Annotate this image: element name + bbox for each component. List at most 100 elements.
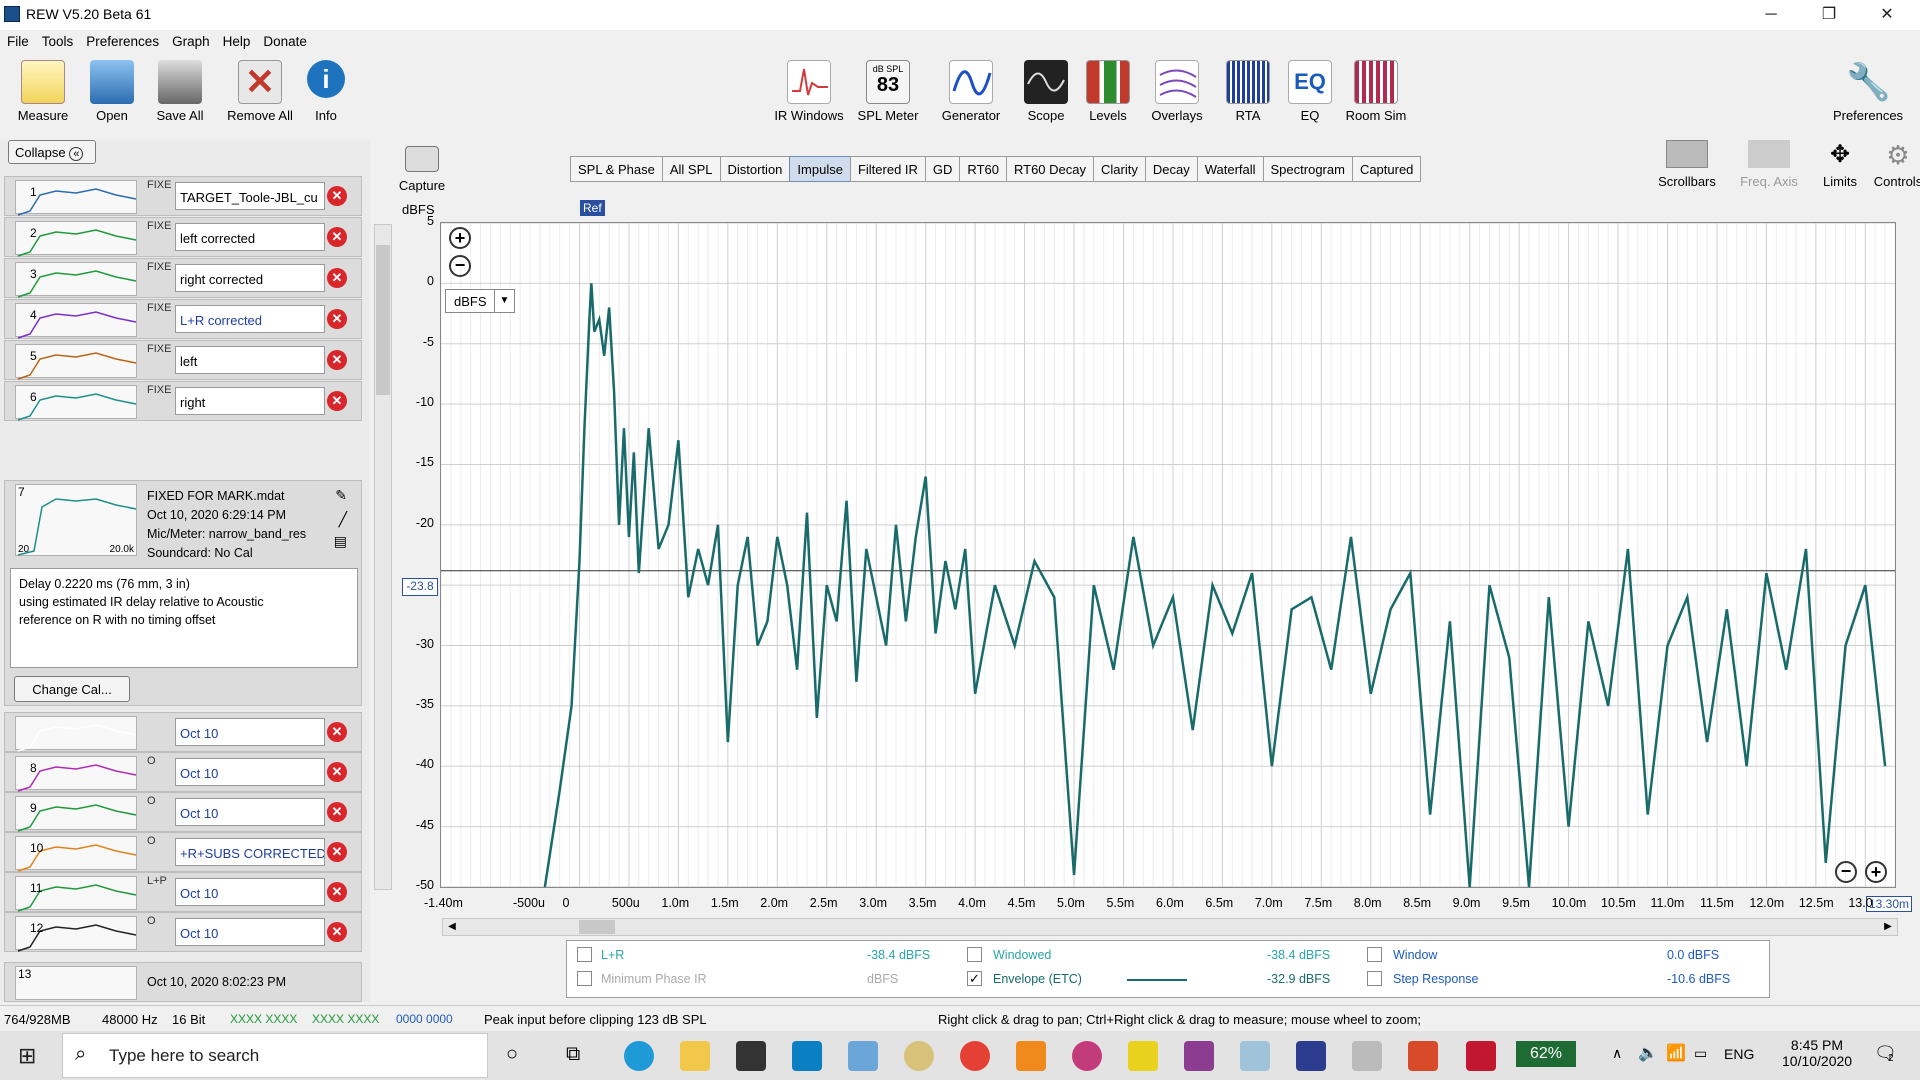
measurement-row[interactable]: 4 FIXE L+R corrected ✕	[4, 299, 362, 339]
legend-checkbox[interactable]	[967, 947, 982, 962]
tab-captured[interactable]: Captured	[1351, 156, 1422, 182]
measurement-name-field[interactable]: Oct 10	[175, 718, 325, 746]
windows-start-icon[interactable]: ⊞	[18, 1043, 36, 1069]
notes-icon[interactable]: ▤	[334, 533, 347, 550]
legend-checkbox[interactable]	[577, 947, 592, 962]
tab-distortion[interactable]: Distortion	[719, 156, 791, 182]
remove-all-button[interactable]: ✕ Remove All	[222, 60, 298, 123]
measurement-name-field[interactable]: left corrected	[175, 223, 325, 251]
pencil-icon[interactable]: ╱	[339, 511, 347, 528]
battery-widget[interactable]: 62%	[1516, 1041, 1576, 1067]
menu-tools[interactable]: Tools	[35, 30, 80, 49]
measurement-row[interactable]: 11 L+P Oct 10 ✕	[4, 872, 362, 912]
app-icon-8[interactable]	[1466, 1041, 1496, 1071]
volume-icon[interactable]: 🔈	[1638, 1043, 1658, 1063]
delete-measurement-icon[interactable]: ✕	[327, 350, 347, 370]
task-view-icon[interactable]: ⧉	[566, 1043, 580, 1066]
tab-clarity[interactable]: Clarity	[1093, 156, 1146, 182]
tab-rt60-decay[interactable]: RT60 Decay	[1005, 156, 1094, 182]
scroll-thumb[interactable]	[579, 920, 615, 934]
save-all-button[interactable]: Save All	[150, 60, 210, 123]
capture-button[interactable]: Capture	[396, 146, 448, 193]
measurement-name-field[interactable]: Oct 10	[175, 758, 325, 786]
freq-axis-button[interactable]: Freq. Axis	[1732, 140, 1806, 189]
zoom-out-x-icon[interactable]: −	[1835, 861, 1857, 883]
app-icon-7[interactable]	[1408, 1041, 1438, 1071]
scope-button[interactable]: Scope	[1022, 60, 1070, 123]
scrollbars-button[interactable]: Scrollbars	[1650, 140, 1724, 189]
measurement-row[interactable]: 2 FIXE left corrected ✕	[4, 217, 362, 257]
close-button[interactable]: ✕	[1858, 0, 1916, 30]
overlays-button[interactable]: Overlays	[1148, 60, 1206, 123]
menu-file[interactable]: File	[0, 30, 35, 49]
plot-scrollbar[interactable]: ◀ ▶	[442, 918, 1898, 936]
clock[interactable]: 8:45 PM 10/10/2020	[1782, 1037, 1852, 1069]
menu-donate[interactable]: Donate	[256, 30, 313, 49]
store-icon[interactable]	[736, 1041, 766, 1071]
dsp-icon[interactable]	[1352, 1041, 1382, 1071]
tray-chevron-icon[interactable]: ∧	[1612, 1045, 1622, 1062]
generator-button[interactable]: Generator	[936, 60, 1006, 123]
app-icon-3[interactable]	[904, 1041, 934, 1071]
tab-spectrogram[interactable]: Spectrogram	[1262, 156, 1353, 182]
open-button[interactable]: Open	[82, 60, 142, 123]
zoom-in-x-icon[interactable]: +	[1865, 861, 1887, 883]
plot-canvas[interactable]	[440, 222, 1896, 888]
eq-button[interactable]: EQ EQ	[1288, 60, 1332, 123]
measurement-name-field[interactable]: right	[175, 387, 325, 415]
edit-icon[interactable]: ✎	[335, 487, 347, 504]
spl-meter-button[interactable]: dB SPL 83 SPL Meter	[856, 60, 920, 123]
collapse-button[interactable]: Collapse «	[8, 140, 96, 164]
measure-button[interactable]: Measure	[12, 60, 74, 123]
levels-button[interactable]: Levels	[1084, 60, 1132, 123]
controls-button[interactable]: ⚙ Controls	[1870, 140, 1920, 189]
info-button[interactable]: i Info	[306, 60, 346, 123]
delete-measurement-icon[interactable]: ✕	[327, 186, 347, 206]
preferences-button[interactable]: 🔧 Preferences	[1826, 60, 1910, 123]
legend-checkbox[interactable]	[577, 971, 592, 986]
limits-button[interactable]: ✥ Limits	[1812, 140, 1868, 189]
measurement-row[interactable]: 1 FIXE TARGET_Toole-JBL_cu ✕	[4, 176, 362, 216]
measurement-row[interactable]: 6 FIXE right ✕	[4, 381, 362, 421]
rew-icon[interactable]	[1296, 1041, 1326, 1071]
app-icon-2[interactable]	[848, 1041, 878, 1071]
taskbar-search[interactable]: ⌕ Type here to search	[62, 1033, 488, 1078]
language-indicator[interactable]: ENG	[1724, 1046, 1754, 1062]
measurements-scrollbar[interactable]	[374, 224, 392, 890]
delete-measurement-icon[interactable]: ✕	[327, 802, 347, 822]
impulse-plot[interactable]: dBFS ▼ + − − +	[440, 222, 1896, 888]
legend-checkbox[interactable]	[1367, 947, 1382, 962]
measurement-name-field[interactable]: Oct 10	[175, 878, 325, 906]
app-icon-5[interactable]	[1128, 1041, 1158, 1071]
scroll-right-icon[interactable]: ▶	[1879, 919, 1897, 935]
delete-measurement-icon[interactable]: ✕	[327, 922, 347, 942]
rta-button[interactable]: RTA	[1226, 60, 1270, 123]
menu-preferences[interactable]: Preferences	[79, 30, 165, 49]
scroll-thumb[interactable]	[376, 245, 390, 395]
ir-windows-button[interactable]: IR Windows	[770, 60, 848, 123]
app-icon-4[interactable]	[1072, 1041, 1102, 1071]
edge-icon[interactable]	[624, 1041, 654, 1071]
measurement-name-field[interactable]: left	[175, 346, 325, 374]
delete-measurement-icon[interactable]: ✕	[327, 722, 347, 742]
measurement-row[interactable]: 8 O Oct 10 ✕	[4, 752, 362, 792]
delete-measurement-icon[interactable]: ✕	[327, 268, 347, 288]
tab-decay[interactable]: Decay	[1144, 156, 1198, 182]
app-icon-6[interactable]	[1240, 1041, 1270, 1071]
measurement-row[interactable]: 3 FIXE right corrected ✕	[4, 258, 362, 298]
delete-measurement-icon[interactable]: ✕	[327, 227, 347, 247]
menu-help[interactable]: Help	[216, 30, 257, 49]
measurement-name-field[interactable]: L+R corrected	[175, 305, 325, 333]
wifi-icon[interactable]: 📶	[1666, 1043, 1686, 1063]
delete-measurement-icon[interactable]: ✕	[327, 842, 347, 862]
tab-all-spl[interactable]: All SPL	[661, 156, 721, 182]
tab-gd[interactable]: GD	[924, 156, 961, 182]
room-sim-button[interactable]: Room Sim	[1342, 60, 1410, 123]
measurement-row[interactable]: 10 O +R+SUBS CORRECTED ✕	[4, 832, 362, 872]
measurement-name-field[interactable]: Oct 10	[175, 918, 325, 946]
tab-spl-phase[interactable]: SPL & Phase	[570, 156, 663, 182]
measurement-row[interactable]: 9 O Oct 10 ✕	[4, 792, 362, 832]
vlc-icon[interactable]	[1016, 1041, 1046, 1071]
tab-filtered-ir[interactable]: Filtered IR	[849, 156, 926, 182]
minimize-button[interactable]: ─	[1742, 0, 1800, 30]
